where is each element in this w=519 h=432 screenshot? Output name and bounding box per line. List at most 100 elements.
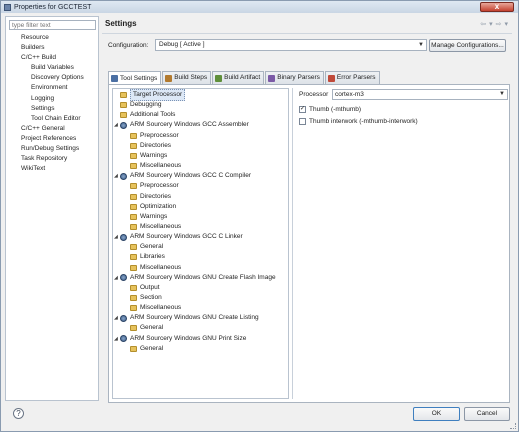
checkbox-row[interactable]: ✓ Thumb (-mthumb) bbox=[299, 106, 361, 113]
sidebar-item[interactable]: Settings bbox=[6, 104, 98, 114]
filter-input[interactable] bbox=[9, 20, 96, 30]
navigation-pane: ResourceBuildersC/C++ BuildBuild Variabl… bbox=[5, 16, 99, 401]
sidebar-item[interactable]: Project References bbox=[6, 134, 98, 144]
tree-item[interactable]: Optimization bbox=[130, 202, 176, 212]
sidebar-item[interactable]: Task Repository bbox=[6, 154, 98, 164]
tab[interactable]: Build Artifact bbox=[212, 71, 265, 84]
tab[interactable]: Binary Parsers bbox=[265, 71, 324, 84]
tool-icon bbox=[120, 314, 127, 322]
sidebar-item[interactable]: Run/Debug Settings bbox=[6, 144, 98, 154]
option-icon bbox=[130, 295, 137, 301]
option-icon bbox=[130, 213, 137, 220]
menu-arrow-icon[interactable]: ▾ bbox=[504, 20, 508, 28]
option-icon bbox=[130, 142, 137, 149]
sidebar-item[interactable]: Build Variables bbox=[6, 63, 98, 73]
option-icon bbox=[120, 102, 127, 109]
manage-configurations-button[interactable]: Manage Configurations... bbox=[429, 39, 506, 52]
sidebar-item[interactable]: C/C++ General bbox=[6, 124, 98, 134]
tree-item[interactable]: ◢ ARM Sourcery Windows GNU Print Size bbox=[114, 334, 246, 344]
artifact-icon bbox=[215, 74, 223, 82]
tree-item-label: ARM Sourcery Windows GCC C Linker bbox=[130, 233, 243, 241]
tab[interactable]: Build Steps bbox=[162, 71, 212, 84]
tab-label: Build Steps bbox=[174, 74, 208, 81]
tree-item[interactable]: Miscellaneous bbox=[130, 303, 181, 313]
sidebar-item[interactable]: Resource bbox=[6, 33, 98, 43]
option-icon bbox=[130, 254, 137, 261]
tool-icon bbox=[120, 233, 127, 241]
configuration-select[interactable]: Debug [ Active ] ▼ bbox=[155, 39, 427, 51]
tree-item[interactable]: Preprocessor bbox=[130, 181, 179, 191]
ok-button[interactable]: OK bbox=[413, 407, 460, 421]
tree-item[interactable]: ◢ ARM Sourcery Windows GNU Create Listing bbox=[114, 313, 259, 323]
tree-item[interactable]: ◢ ARM Sourcery Windows GCC C Linker bbox=[114, 232, 243, 242]
close-button[interactable]: x bbox=[480, 2, 514, 12]
tree-item[interactable]: Libraries bbox=[130, 252, 165, 262]
properties-dialog: Properties for GCCTEST x ResourceBuilder… bbox=[0, 0, 519, 432]
navigation-list: Resource Builders C/C++ Build Build Variabl… bbox=[6, 33, 98, 174]
tree-item[interactable]: General bbox=[130, 242, 163, 252]
processor-select[interactable]: cortex-m3 ▼ bbox=[332, 89, 508, 100]
page-title: Settings bbox=[105, 19, 137, 28]
checkbox-row[interactable]: Thumb interwork (-mthumb-interwork) bbox=[299, 118, 418, 125]
tree-item[interactable]: Preprocessor bbox=[130, 131, 179, 141]
tree-item-label: ARM Sourcery Windows GCC C Compiler bbox=[130, 172, 251, 180]
tree-item[interactable]: Miscellaneous bbox=[130, 263, 181, 273]
help-icon[interactable]: ? bbox=[13, 408, 24, 419]
tree-item[interactable]: ◢ ARM Sourcery Windows GNU Create Flash I… bbox=[114, 273, 276, 283]
build-steps-icon bbox=[165, 74, 173, 82]
tree-item[interactable]: ◢ ARM Sourcery Windows GCC Assembler bbox=[114, 120, 249, 130]
chevron-down-icon: ▼ bbox=[418, 42, 424, 48]
tree-item[interactable]: Warnings bbox=[130, 151, 167, 161]
cancel-button[interactable]: Cancel bbox=[464, 407, 510, 421]
sidebar-item[interactable]: Discovery Options bbox=[6, 73, 98, 83]
tree-item-label: Miscellaneous bbox=[140, 162, 182, 170]
forward-arrow-icon[interactable]: ⇨ bbox=[496, 20, 502, 28]
tab-label: Build Artifact bbox=[224, 74, 261, 81]
tree-item[interactable]: Target Processor bbox=[120, 89, 186, 101]
menu-arrow-icon[interactable]: ▾ bbox=[489, 20, 493, 28]
option-icon bbox=[130, 163, 137, 170]
tab[interactable]: Error Parsers bbox=[324, 71, 380, 84]
back-arrow-icon[interactable]: ⇦ bbox=[480, 20, 486, 28]
tool-icon bbox=[120, 335, 127, 343]
resize-grip-icon[interactable] bbox=[510, 423, 516, 429]
tree-item-label: General bbox=[140, 344, 164, 352]
gear-icon bbox=[111, 75, 118, 82]
sidebar-item[interactable]: Logging bbox=[6, 94, 98, 104]
tree-item[interactable]: ◢ ARM Sourcery Windows GCC C Compiler bbox=[114, 171, 251, 181]
checkbox[interactable] bbox=[299, 118, 306, 125]
tree-item[interactable]: Section bbox=[130, 293, 162, 303]
tab-label: Tool Settings bbox=[120, 74, 158, 82]
option-icon bbox=[130, 132, 137, 139]
sidebar-item[interactable]: Environment bbox=[6, 83, 98, 93]
tree-item[interactable]: Output bbox=[130, 283, 160, 293]
tree-item-label: ARM Sourcery Windows GCC Assembler bbox=[130, 121, 249, 129]
panel-divider[interactable] bbox=[292, 88, 293, 399]
tree-item[interactable]: Miscellaneous bbox=[130, 222, 181, 232]
tree-item[interactable]: Debugging bbox=[120, 100, 161, 110]
button-bar: ? OK Cancel bbox=[1, 403, 518, 431]
title-bar: Properties for GCCTEST x bbox=[1, 1, 518, 13]
tool-tree: Target Processor Debugging Additional Tool… bbox=[112, 88, 289, 399]
tree-item[interactable]: Directories bbox=[130, 192, 171, 202]
checkbox[interactable]: ✓ bbox=[299, 106, 306, 113]
tree-item[interactable]: General bbox=[130, 344, 163, 354]
sidebar-item[interactable]: Tool Chain Editor bbox=[6, 114, 98, 124]
sidebar-item[interactable]: WikiText bbox=[6, 164, 98, 174]
tree-item[interactable]: Directories bbox=[130, 141, 171, 151]
tree-item-label: Output bbox=[140, 283, 160, 291]
sidebar-item[interactable]: Builders bbox=[6, 43, 98, 53]
option-icon bbox=[130, 203, 137, 210]
tool-icon bbox=[120, 172, 127, 180]
tree-item[interactable]: Additional Tools bbox=[120, 110, 175, 120]
settings-pane: Settings ⇦ ▾ ⇨ ▾ Configuration: Debug [ … bbox=[102, 16, 516, 403]
tree-item-label: Preprocessor bbox=[140, 131, 179, 139]
tab[interactable]: Tool Settings bbox=[108, 71, 162, 85]
tree-item[interactable]: General bbox=[130, 323, 163, 333]
tree-item[interactable]: Miscellaneous bbox=[130, 161, 181, 171]
option-icon bbox=[130, 264, 137, 271]
tree-item[interactable]: Warnings bbox=[130, 212, 167, 222]
sidebar-item[interactable]: C/C++ Build bbox=[6, 53, 98, 63]
tree-item-label: ARM Sourcery Windows GNU Print Size bbox=[130, 334, 247, 342]
header-divider bbox=[102, 33, 512, 34]
